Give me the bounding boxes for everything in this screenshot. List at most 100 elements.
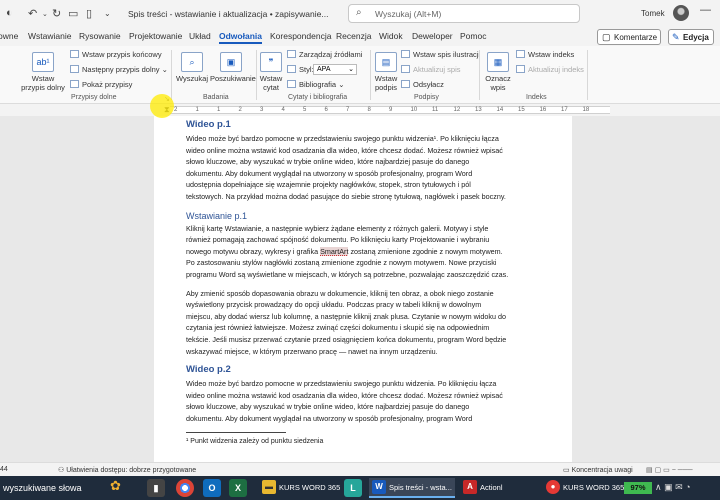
undo-icon[interactable]: ↶: [28, 7, 37, 20]
tab-home[interactable]: owne: [0, 31, 18, 41]
minimize-icon[interactable]: —: [700, 4, 711, 16]
web-layout-icon[interactable]: ▭: [663, 467, 672, 474]
insert-caption-label: Wstaw podpis: [374, 74, 398, 92]
battery-indicator[interactable]: 97%: [624, 482, 652, 494]
tab-review[interactable]: Recenzja: [336, 31, 371, 41]
separator: [479, 50, 480, 100]
bibliography-label: Bibliografia: [299, 80, 337, 89]
paragraph-1[interactable]: Wideo może być bardzo pomocne w przedsta…: [186, 133, 558, 203]
status-bar: 44 ⚇ Ułatwienia dostępu: dobrze przygoto…: [0, 462, 720, 476]
insert-citation-button[interactable]: ❞ Wstaw cytat: [259, 52, 283, 92]
app-l-icon[interactable]: L: [344, 479, 362, 497]
update-table-button[interactable]: Aktualizuj spis: [401, 65, 461, 74]
print-layout-icon[interactable]: ▢: [655, 467, 664, 474]
tab-view[interactable]: Widok: [379, 31, 403, 41]
heading-video-p2[interactable]: Wideo p.2: [186, 364, 558, 375]
mail-icon[interactable]: ✉: [675, 482, 685, 492]
chrome-icon[interactable]: [176, 479, 194, 497]
task-view-icon[interactable]: ▮: [147, 479, 165, 497]
autosave-toggle-icon[interactable]: ◐: [6, 7, 13, 19]
read-mode-icon[interactable]: ▤: [646, 467, 655, 474]
next-footnote-button[interactable]: Następny przypis dolny ⌄: [70, 65, 168, 74]
update-table-icon: [401, 65, 410, 73]
comment-icon: ▢: [602, 32, 611, 42]
comments-button[interactable]: ▢ Komentarze: [597, 29, 661, 45]
comments-label: Komentarze: [614, 33, 658, 42]
cross-reference-button[interactable]: Odsyłacz: [401, 80, 444, 89]
wifi-icon[interactable]: ◔: [685, 482, 690, 492]
researcher-button[interactable]: ▣ Poszukiwanie: [210, 52, 256, 83]
citation-style-select[interactable]: APA ⌄: [313, 64, 357, 75]
ruler-number: 10: [410, 107, 418, 113]
chevron-down-icon: ⌄: [348, 66, 354, 73]
insert-index-button[interactable]: Wstaw indeks: [516, 50, 574, 59]
manage-sources-button[interactable]: Zarządzaj źródłami: [287, 50, 362, 59]
new-document-icon[interactable]: ▯: [86, 7, 92, 20]
insert-footnote-button[interactable]: ab¹ Wstaw przypis dolny: [20, 52, 66, 92]
show-notes-button[interactable]: Pokaż przypisy: [70, 80, 132, 89]
redo-icon[interactable]: ↻: [52, 7, 61, 20]
horizontal-ruler[interactable]: ⧗ 21123456789101112131415161718: [0, 104, 720, 116]
zoom-slider[interactable]: ───: [678, 467, 693, 474]
taskbar-search[interactable]: wyszukiwane słowa ✿: [0, 476, 140, 500]
tab-mailings[interactable]: Korespondencja: [270, 31, 331, 41]
editing-mode-button[interactable]: ✎ Edycja: [668, 29, 714, 45]
text-line: tekście. Jeśli musisz przerwać czytanie …: [186, 334, 507, 344]
search-box[interactable]: ⌕ Wyszukaj (Alt+M): [348, 4, 580, 23]
excel-icon[interactable]: X: [229, 479, 247, 497]
paragraph-2[interactable]: Kliknij kartę Wstawianie, a następnie wy…: [186, 223, 558, 281]
caption-icon: ▤: [375, 52, 397, 72]
taskbar-item-label: Spis treści - wsta...: [389, 483, 452, 492]
heading-video-p1[interactable]: Wideo p.1: [186, 119, 558, 130]
taskbar-item-kurs[interactable]: ● KURS WORD 365 ...: [543, 478, 633, 498]
taskbar-item-folder[interactable]: ▬ KURS WORD 365: [259, 478, 340, 498]
focus-mode-button[interactable]: ▭ Koncentracja uwagi: [563, 466, 633, 474]
avatar[interactable]: [673, 5, 689, 21]
document-canvas[interactable]: Wideo p.1 Wideo może być bardzo pomocne …: [0, 116, 720, 462]
chevron-up-icon[interactable]: ∧: [655, 482, 664, 492]
insert-caption-button[interactable]: ▤ Wstaw podpis: [373, 52, 399, 92]
tab-insert[interactable]: Wstawianie: [28, 31, 71, 41]
ruler-number: 12: [453, 107, 461, 113]
paragraph-4[interactable]: Wideo może być bardzo pomocne w przedsta…: [186, 378, 558, 424]
customize-toolbar-icon[interactable]: ⌄: [104, 9, 111, 18]
update-index-button[interactable]: Aktualizuj indeks: [516, 65, 584, 74]
search-button[interactable]: ⌕ Wyszukaj: [175, 52, 209, 83]
tab-references[interactable]: Odwołania: [219, 31, 262, 44]
taskbar-item-actionl[interactable]: A Actionl: [460, 478, 532, 498]
tab-developer[interactable]: Deweloper: [412, 31, 453, 41]
user-name[interactable]: Tomek: [641, 9, 665, 18]
citation-icon: ❞: [260, 52, 282, 72]
ruler-number: 14: [496, 107, 504, 113]
paragraph-3[interactable]: Aby zmienić sposób dopasowania obrazu w …: [186, 288, 558, 358]
taskbar-search-text: wyszukiwane słowa: [3, 483, 82, 493]
ruler-number: 9: [389, 107, 393, 113]
view-buttons[interactable]: ▤ ▢ ▭ − ───: [646, 466, 716, 474]
insert-footnote-label: Wstaw przypis dolny: [21, 74, 65, 92]
tab-help[interactable]: Pomoc: [460, 31, 486, 41]
bibliography-button[interactable]: Bibliografia ⌄: [287, 80, 344, 89]
text-run: zostaną zmienione zgodnie z nowym motywe…: [348, 246, 503, 256]
footnote-text[interactable]: ¹ Punkt widzenia zależy od punktu siedze…: [186, 438, 323, 445]
document-page[interactable]: Wideo p.1 Wideo może być bardzo pomocne …: [154, 116, 572, 462]
cross-reference-label: Odsyłacz: [413, 80, 444, 89]
insert-table-of-figures-label: Wstaw spis ilustracji: [413, 50, 481, 59]
tab-design[interactable]: Projektowanie: [129, 31, 182, 41]
tab-layout[interactable]: Układ: [189, 31, 211, 41]
accessibility-status[interactable]: ⚇ Ułatwienia dostępu: dobrze przygotowan…: [58, 466, 196, 474]
system-tray[interactable]: ∧ ▣ ✉ ◔: [655, 482, 691, 493]
insert-table-of-figures-button[interactable]: Wstaw spis ilustracji: [401, 50, 480, 59]
word-count[interactable]: 44: [0, 466, 8, 473]
insert-endnote-button[interactable]: Wstaw przypis końcowy: [70, 50, 162, 59]
spelling-flag-smartart[interactable]: SmartArt: [320, 246, 349, 256]
heading-insert-p1[interactable]: Wstawianie p.1: [186, 211, 558, 221]
outlook-icon[interactable]: O: [203, 479, 221, 497]
search-magnifier-icon: ⌕: [181, 52, 203, 72]
app-tray-icon[interactable]: ▣: [664, 482, 675, 492]
text-line: Po zastosowaniu stylów nagłówki zostaną …: [186, 258, 497, 268]
undo-dropdown-icon[interactable]: ⌄: [42, 10, 48, 18]
open-folder-icon[interactable]: ▭: [68, 7, 78, 20]
taskbar-item-word[interactable]: W Spis treści - wsta...: [369, 478, 455, 498]
mark-entry-button[interactable]: ▦ Oznacz wpis: [483, 52, 513, 92]
tab-draw[interactable]: Rysowanie: [79, 31, 121, 41]
